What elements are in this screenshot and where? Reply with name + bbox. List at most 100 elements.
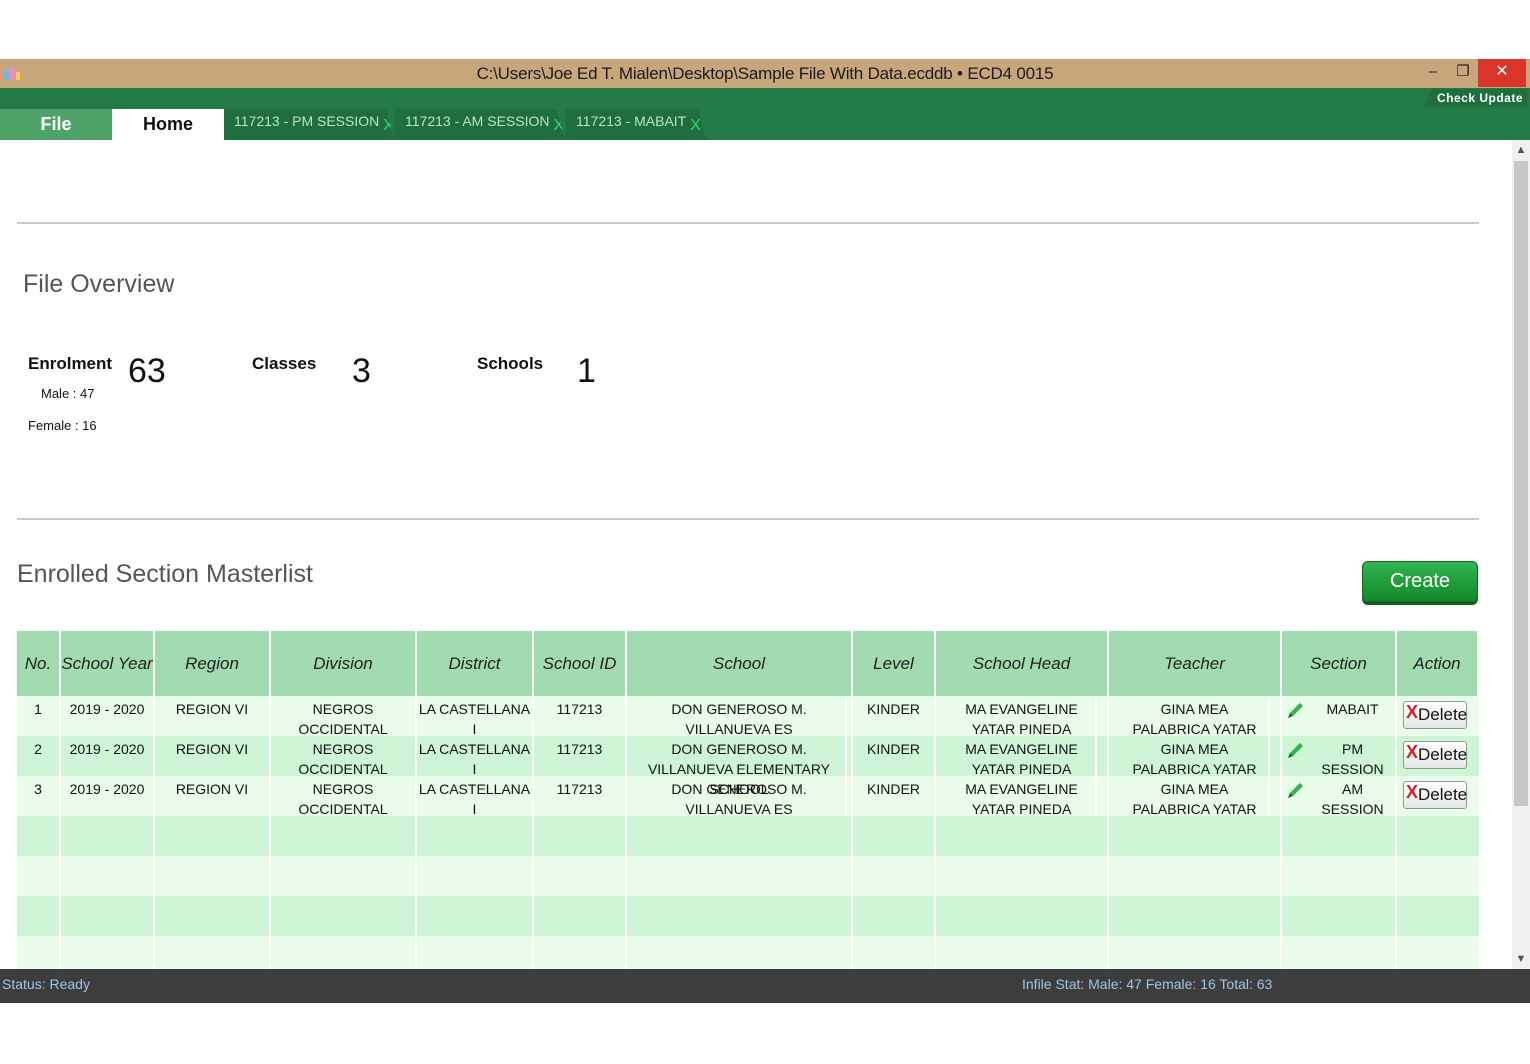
column-separator bbox=[1280, 816, 1282, 856]
divider bbox=[17, 518, 1479, 520]
column-separator bbox=[59, 936, 61, 969]
cell-section: MABAIT bbox=[1310, 696, 1397, 736]
column-separator bbox=[851, 936, 853, 969]
column-header-school-year[interactable]: School Year bbox=[61, 631, 155, 696]
column-header-school-id[interactable]: School ID bbox=[534, 631, 627, 696]
table-row bbox=[17, 936, 1479, 969]
status-bar: Status: Ready Infile Stat: Male: 47 Fema… bbox=[0, 969, 1530, 1003]
close-button[interactable]: ✕ bbox=[1478, 59, 1526, 87]
column-header-teacher[interactable]: Teacher bbox=[1109, 631, 1282, 696]
column-header-no[interactable]: No. bbox=[17, 631, 61, 696]
vertical-scrollbar[interactable]: ▲ ▼ bbox=[1512, 140, 1530, 969]
close-tab-icon[interactable]: X bbox=[383, 117, 394, 134]
doc-tab-mabait[interactable]: 117213 - MABAIT X bbox=[566, 109, 706, 140]
cell-no: 3 bbox=[17, 776, 61, 816]
file-overview-heading: File Overview bbox=[23, 270, 175, 298]
close-tab-icon[interactable]: X bbox=[553, 117, 564, 134]
doc-tab-pm-session[interactable]: 117213 - PM SESSION X bbox=[224, 109, 394, 140]
infile-stats: Infile Stat: Male: 47 Female: 16 Total: … bbox=[1022, 976, 1273, 992]
cell-teacher: GINA MEA PALABRICA YATAR bbox=[1121, 776, 1270, 817]
cell-school-head: MA EVANGELINE YATAR PINEDA bbox=[948, 776, 1097, 817]
column-separator bbox=[1280, 856, 1282, 896]
column-separator bbox=[415, 816, 417, 856]
column-separator bbox=[153, 936, 155, 969]
column-separator bbox=[269, 896, 271, 936]
column-header-region[interactable]: Region bbox=[155, 631, 271, 696]
column-header-school[interactable]: School bbox=[627, 631, 853, 696]
create-class-button[interactable]: Create Class bbox=[1362, 561, 1478, 630]
column-separator bbox=[851, 816, 853, 856]
column-separator bbox=[59, 896, 61, 936]
schools-label: Schools bbox=[477, 354, 544, 373]
column-header-district[interactable]: District bbox=[417, 631, 534, 696]
delete-button[interactable]: X Delete bbox=[1403, 781, 1467, 809]
column-separator bbox=[625, 816, 627, 856]
delete-button[interactable]: X Delete bbox=[1403, 741, 1467, 769]
column-separator bbox=[625, 856, 627, 896]
delete-label: Delete bbox=[1418, 785, 1468, 804]
x-icon: X bbox=[1406, 702, 1419, 722]
divider bbox=[17, 222, 1479, 224]
schools-value: 1 bbox=[577, 352, 596, 390]
column-separator bbox=[934, 896, 936, 936]
tab-file[interactable]: File bbox=[0, 109, 112, 140]
cell-school: DON GENEROSO M. VILLANUEVA ES bbox=[633, 776, 847, 817]
cell-no: 1 bbox=[17, 696, 61, 736]
cell-region: REGION VI bbox=[155, 736, 271, 776]
delete-button[interactable]: X Delete bbox=[1403, 701, 1467, 729]
column-header-level[interactable]: Level bbox=[853, 631, 936, 696]
check-update-button[interactable]: Check Update bbox=[1422, 89, 1527, 107]
column-header-school-head[interactable]: School Head bbox=[936, 631, 1109, 696]
column-separator bbox=[1280, 736, 1282, 776]
cell-level: KINDER bbox=[853, 736, 936, 776]
column-separator bbox=[153, 856, 155, 896]
column-separator bbox=[1395, 856, 1397, 896]
cell-no: 2 bbox=[17, 736, 61, 776]
table-row bbox=[17, 816, 1479, 856]
section-masterlist-table: No. School Year Region Division District Scho… bbox=[17, 631, 1479, 969]
pencil-icon[interactable] bbox=[1284, 780, 1306, 802]
cell-division: NEGROS OCCIDENTAL bbox=[271, 736, 417, 777]
cell-teacher: GINA MEA PALABRICA YATAR bbox=[1121, 736, 1270, 777]
pencil-icon[interactable] bbox=[1284, 740, 1306, 762]
classes-value: 3 bbox=[352, 352, 371, 390]
pencil-icon[interactable] bbox=[1284, 700, 1306, 722]
cell-region: REGION VI bbox=[155, 696, 271, 736]
column-header-division[interactable]: Division bbox=[271, 631, 417, 696]
scroll-up-icon[interactable]: ▲ bbox=[1512, 144, 1530, 156]
scroll-thumb[interactable] bbox=[1514, 161, 1528, 806]
close-tab-icon[interactable]: X bbox=[690, 117, 701, 134]
column-separator bbox=[1107, 736, 1109, 776]
cell-level: KINDER bbox=[853, 776, 936, 816]
column-separator bbox=[269, 816, 271, 856]
column-separator bbox=[269, 856, 271, 896]
maximize-button[interactable]: ❐ bbox=[1448, 59, 1478, 87]
cell-level: KINDER bbox=[853, 696, 936, 736]
column-separator bbox=[934, 856, 936, 896]
column-separator bbox=[625, 936, 627, 969]
home-content: File Overview Enrolment 63 Male : 47 Fem… bbox=[0, 140, 1512, 969]
ribbon-bar: Check Update File Home 117213 - PM SESSI… bbox=[0, 88, 1530, 140]
column-header-section[interactable]: Section bbox=[1282, 631, 1397, 696]
x-icon: X bbox=[1406, 742, 1419, 762]
classes-label: Classes bbox=[252, 354, 317, 373]
column-header-action[interactable]: Action bbox=[1397, 631, 1479, 696]
application-window: C:\Users\Joe Ed T. Mialen\Desktop\Sample… bbox=[0, 59, 1530, 1003]
doc-tab-label: 117213 - AM SESSION bbox=[405, 113, 550, 129]
scroll-down-icon[interactable]: ▼ bbox=[1512, 953, 1530, 965]
minimize-button[interactable]: – bbox=[1418, 59, 1448, 87]
column-separator bbox=[1107, 896, 1109, 936]
doc-tab-am-session[interactable]: 117213 - AM SESSION X bbox=[395, 109, 565, 140]
column-separator bbox=[1280, 936, 1282, 969]
column-separator bbox=[1395, 816, 1397, 856]
tab-home[interactable]: Home bbox=[112, 109, 224, 140]
cell-section: AM SESSION bbox=[1310, 776, 1397, 817]
column-separator bbox=[532, 856, 534, 896]
table-row bbox=[17, 856, 1479, 896]
column-separator bbox=[1395, 936, 1397, 969]
cell-school-id: 117213 bbox=[534, 696, 627, 736]
title-bar: C:\Users\Joe Ed T. Mialen\Desktop\Sample… bbox=[0, 59, 1530, 88]
column-separator bbox=[532, 936, 534, 969]
column-separator bbox=[1107, 696, 1109, 736]
cell-school-head: MA EVANGELINE YATAR PINEDA bbox=[948, 736, 1097, 777]
